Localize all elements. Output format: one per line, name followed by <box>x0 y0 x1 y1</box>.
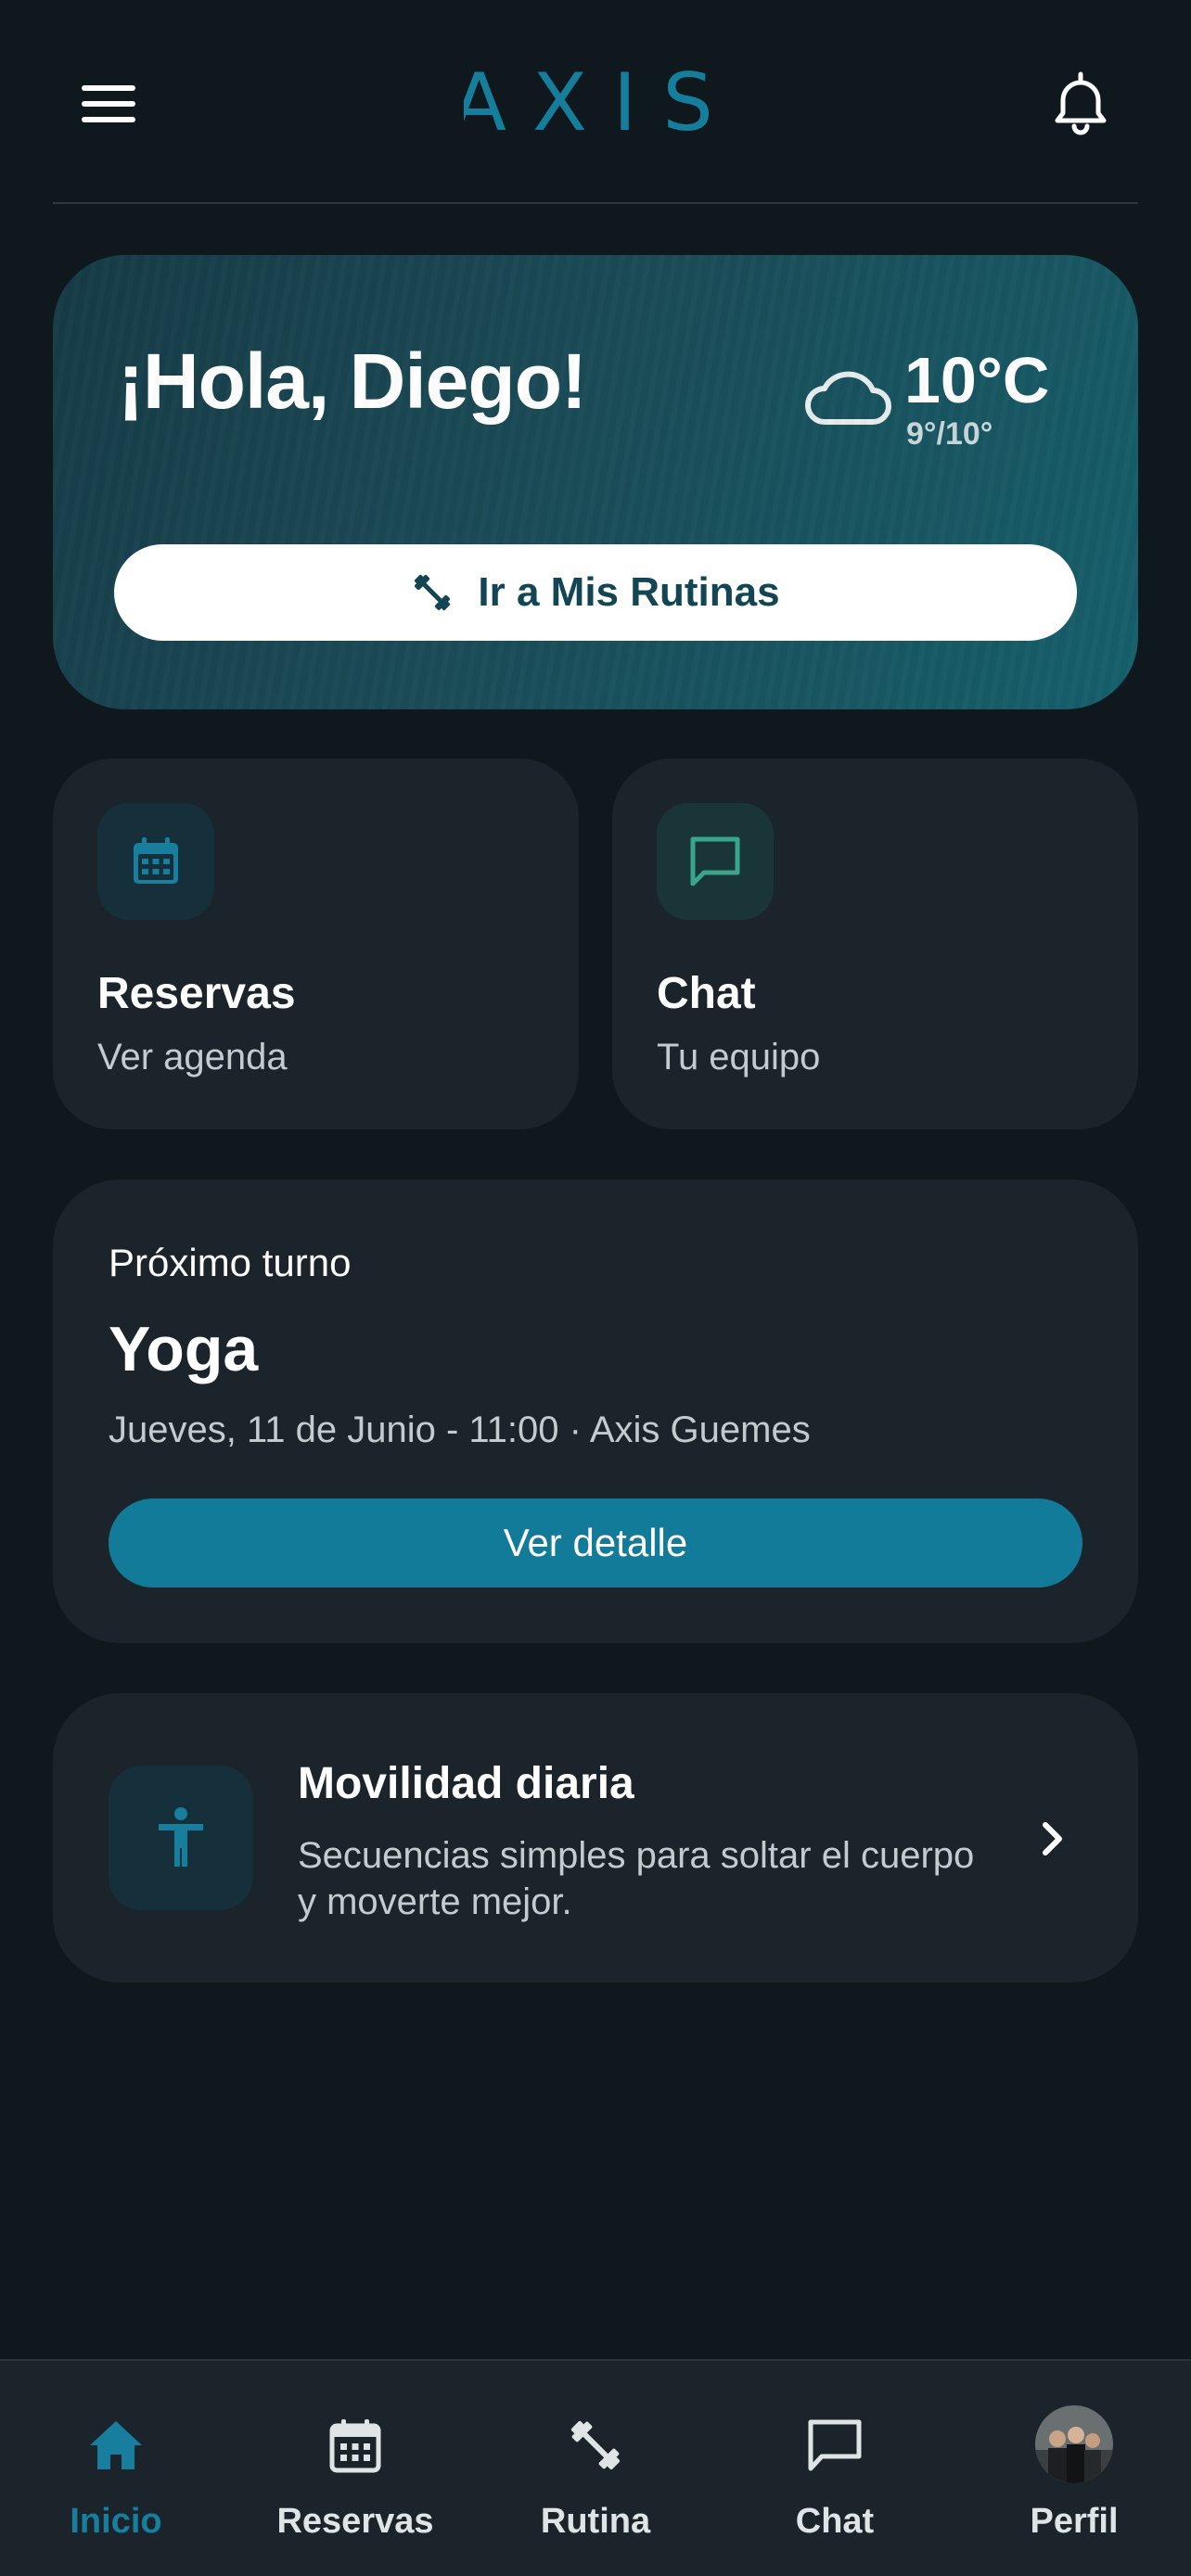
hamburger-line <box>82 117 135 122</box>
next-turn-class: Yoga <box>109 1314 259 1384</box>
view-detail-button[interactable]: Ver detalle <box>109 1498 1082 1588</box>
nav-item-chat[interactable]: Chat <box>742 2361 928 2576</box>
nav-label-home: Inicio <box>70 2502 162 2541</box>
greeting-text: ¡Hola, Diego! <box>118 338 587 425</box>
axis-logo: AXIS <box>464 57 727 148</box>
bookings-card[interactable]: Reservas Ver agenda <box>53 759 579 1129</box>
temperature: 10°C <box>904 344 1050 416</box>
calendar-icon <box>134 837 178 884</box>
bell-icon <box>1055 71 1107 135</box>
menu-button[interactable] <box>82 85 135 122</box>
next-turn-card: Próximo turno Yoga Jueves, 11 de Junio -… <box>53 1180 1138 1643</box>
nav-label-bookings: Reservas <box>276 2502 434 2541</box>
mobility-icon-tile <box>109 1766 253 1910</box>
header-divider <box>53 202 1138 204</box>
chat-subtitle: Tu equipo <box>657 1037 821 1078</box>
bookings-icon-tile <box>97 803 214 920</box>
next-turn-datetime: Jueves, 11 de Junio - 11:00 · Axis Gueme… <box>109 1409 811 1450</box>
nav-item-routine[interactable]: Rutina <box>503 2361 688 2576</box>
next-turn-label: Próximo turno <box>109 1241 352 1284</box>
go-to-routines-label: Ir a Mis Rutinas <box>478 569 780 615</box>
nav-label-chat: Chat <box>795 2502 875 2541</box>
bookings-subtitle: Ver agenda <box>97 1037 288 1078</box>
bookings-title: Reservas <box>97 969 296 1018</box>
calendar-icon <box>323 2413 388 2478</box>
chevron-right-icon <box>1043 1822 1062 1855</box>
greeting-card: ¡Hola, Diego! 10°C 9°/10° Ir a Mis Rutin… <box>53 255 1138 709</box>
mobility-description: Secuencias simples para soltar el cuerpo… <box>298 1835 975 1922</box>
nav-label-routine: Rutina <box>540 2502 651 2541</box>
chat-icon-tile <box>657 803 774 920</box>
go-to-routines-button[interactable]: Ir a Mis Rutinas <box>114 544 1077 641</box>
nav-item-home[interactable]: Inicio <box>23 2361 209 2576</box>
chat-title: Chat <box>657 969 756 1018</box>
nav-item-profile[interactable]: Perfil <box>981 2361 1167 2576</box>
cloud-icon <box>805 371 891 425</box>
accessibility-icon <box>159 1807 203 1867</box>
hamburger-line <box>82 101 135 107</box>
bottom-navigation: Inicio Reservas Rutina Chat Perfil <box>0 2359 1191 2576</box>
home-screen: AXIS ¡Hola, Diego! 10°C 9°/10° Ir a Mis … <box>0 0 1191 2576</box>
chat-card[interactable]: Chat Tu equipo <box>612 759 1138 1129</box>
nav-item-bookings[interactable]: Reservas <box>263 2361 448 2576</box>
mobility-title: Movilidad diaria <box>298 1759 634 1808</box>
home-icon <box>83 2413 148 2478</box>
chat-bubble-icon <box>690 836 740 886</box>
avatar <box>1035 2405 1113 2483</box>
temperature-range: 9°/10° <box>906 416 993 452</box>
chat-bubble-icon <box>802 2413 867 2478</box>
dumbbell-icon <box>563 2413 628 2478</box>
nav-label-profile: Perfil <box>1030 2502 1119 2541</box>
daily-mobility-card[interactable]: Movilidad diaria Secuencias simples para… <box>53 1693 1138 1983</box>
top-bar: AXIS <box>0 0 1191 204</box>
dumbbell-icon <box>415 574 451 611</box>
hamburger-line <box>82 85 135 91</box>
logo-text: AXIS <box>464 57 727 148</box>
notifications-button[interactable] <box>1048 69 1113 137</box>
